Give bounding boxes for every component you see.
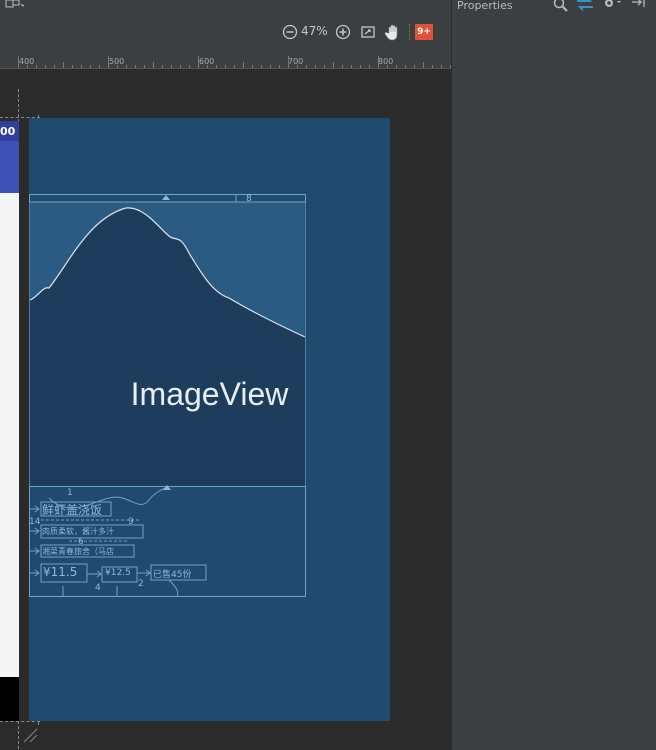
device-guide-horizontal bbox=[0, 721, 40, 722]
sold-count-text: 已售45份 bbox=[153, 570, 192, 580]
resize-handle-icon[interactable] bbox=[22, 727, 38, 743]
ruler-tick bbox=[117, 65, 118, 68]
ruler-label: 800 bbox=[378, 57, 394, 66]
preview-nav-bar bbox=[0, 677, 19, 721]
ruler-tick bbox=[162, 65, 163, 68]
zoom-level: 47% bbox=[301, 24, 328, 38]
ruler-tick bbox=[171, 65, 172, 68]
ruler-tick bbox=[333, 62, 334, 68]
search-icon[interactable] bbox=[553, 0, 569, 12]
preview-app-bar bbox=[0, 141, 19, 193]
ruler-tick bbox=[234, 65, 235, 68]
ruler-tick bbox=[108, 56, 109, 68]
ruler-tick bbox=[144, 65, 145, 68]
ruler-tick bbox=[189, 65, 190, 68]
ruler-tick bbox=[72, 65, 73, 68]
ruler-tick bbox=[396, 65, 397, 68]
ruler-tick bbox=[288, 56, 289, 68]
layout-icon[interactable] bbox=[4, 0, 26, 12]
toolbar-separator bbox=[409, 24, 411, 40]
ruler-tick bbox=[63, 62, 64, 68]
ruler-tick bbox=[351, 65, 352, 68]
imageview-label: ImageView bbox=[130, 376, 289, 412]
ruler-tick bbox=[405, 65, 406, 68]
ruler-tick bbox=[99, 65, 100, 68]
constraint-margin-label: 4 bbox=[95, 583, 101, 593]
ruler-tick bbox=[360, 65, 361, 68]
ruler-label: 700 bbox=[288, 57, 304, 66]
device-preview[interactable]: 00 bbox=[0, 121, 19, 721]
zoom-out-icon[interactable] bbox=[281, 22, 299, 42]
ruler-tick bbox=[270, 65, 271, 68]
tag-text: 肉质柔软，酱汁多汁 bbox=[42, 527, 114, 536]
original-price-text: ¥12.5 bbox=[105, 568, 131, 578]
zoom-to-fit-icon[interactable] bbox=[359, 22, 377, 42]
device-badge: 00 bbox=[0, 125, 16, 138]
ruler-tick bbox=[297, 65, 298, 68]
constraint-margin-label: 1 bbox=[67, 488, 73, 498]
constraint-margin-label: 8 bbox=[246, 194, 252, 204]
ruler-tick bbox=[27, 65, 28, 68]
ruler-tick bbox=[369, 65, 370, 68]
notification-badge[interactable]: 9+ bbox=[415, 24, 433, 40]
constraint-margin-label: 9 bbox=[128, 517, 134, 527]
ruler-tick bbox=[243, 62, 244, 68]
ruler-tick bbox=[180, 65, 181, 68]
price-text: ¥11.5 bbox=[43, 565, 78, 579]
blueprint-drawing bbox=[29, 194, 306, 597]
ruler-tick bbox=[90, 65, 91, 68]
blueprint-view[interactable]: ImageView 鲜虾盖浇饭 肉质柔软，酱汁多汁 湘菜青春旅舍（马店 ¥11.… bbox=[29, 118, 390, 721]
hide-panel-icon[interactable] bbox=[630, 0, 648, 11]
gear-icon[interactable] bbox=[602, 0, 624, 11]
ruler-tick bbox=[378, 56, 379, 68]
constraint-margin-label: 14 bbox=[29, 517, 41, 527]
ruler-tick bbox=[126, 65, 127, 68]
ruler-tick bbox=[216, 65, 217, 68]
swap-icon[interactable] bbox=[576, 0, 594, 11]
ruler-tick bbox=[54, 65, 55, 68]
ruler-tick bbox=[81, 65, 82, 68]
ruler-tick bbox=[414, 65, 415, 68]
ruler-tick bbox=[387, 65, 388, 68]
ruler-tick bbox=[135, 65, 136, 68]
ruler-tick bbox=[36, 65, 37, 68]
ruler-tick bbox=[207, 65, 208, 68]
constraint-margin-label: 6 bbox=[78, 537, 84, 547]
properties-panel: Properties bbox=[452, 0, 656, 750]
ruler-tick bbox=[306, 65, 307, 68]
ruler-tick bbox=[261, 65, 262, 68]
ruler-tick bbox=[423, 62, 424, 68]
ruler-tick bbox=[324, 65, 325, 68]
ruler-tick bbox=[315, 65, 316, 68]
ruler-tick bbox=[18, 56, 19, 68]
ruler-tick bbox=[45, 65, 46, 68]
ruler-tick bbox=[198, 56, 199, 68]
ruler-tick bbox=[441, 65, 442, 68]
ruler-tick bbox=[342, 65, 343, 68]
pan-hand-icon[interactable] bbox=[384, 22, 402, 42]
ruler-tick bbox=[432, 65, 433, 68]
horizontal-ruler: 400 500 600 700 800 bbox=[0, 48, 451, 69]
store-text: 湘菜青春旅舍（马店 bbox=[42, 547, 114, 556]
properties-title: Properties bbox=[457, 0, 513, 12]
zoom-in-icon[interactable] bbox=[334, 22, 352, 42]
constraint-margin-label: 2 bbox=[138, 579, 144, 589]
top-bar bbox=[0, 0, 451, 16]
ruler-tick bbox=[153, 62, 154, 68]
ruler-tick bbox=[279, 65, 280, 68]
dish-name-text: 鲜虾盖浇饭 bbox=[42, 503, 103, 517]
ruler-tick bbox=[225, 65, 226, 68]
ruler-tick bbox=[252, 65, 253, 68]
